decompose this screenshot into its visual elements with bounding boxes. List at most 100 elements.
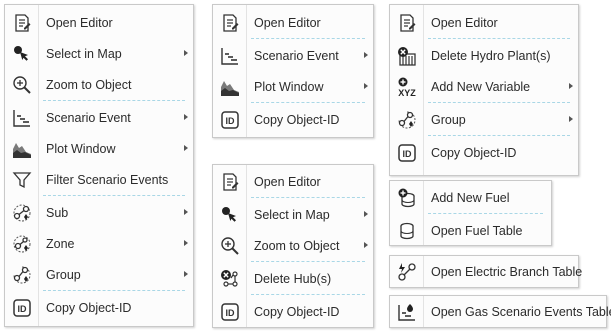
menu-item-label: Add New Fuel xyxy=(431,190,510,205)
menu-item-open-editor[interactable]: Open Editor xyxy=(213,166,373,197)
menu-item-label: Copy Object-ID xyxy=(46,300,132,315)
menu-item-add-new-fuel[interactable]: Add New Fuel xyxy=(390,182,551,213)
menu-item-copy-object-id[interactable]: ID Copy Object-ID xyxy=(5,292,193,323)
scenario-event-icon xyxy=(5,102,38,133)
submenu-arrow-icon xyxy=(184,114,188,120)
menu-item-scenario-event[interactable]: Scenario Event xyxy=(5,102,193,133)
add-fuel-icon xyxy=(390,182,423,213)
menu-item-label: Open Fuel Table xyxy=(431,223,523,238)
menu-item-zone[interactable]: Zone xyxy=(5,228,193,259)
submenu-arrow-icon xyxy=(569,116,573,122)
add-variable-xyz-icon: XYZ xyxy=(390,71,423,102)
menu-item-label: Scenario Event xyxy=(254,48,339,63)
submenu-arrow-icon xyxy=(569,83,573,89)
id-badge-icon: ID xyxy=(390,137,423,168)
svg-text:ID: ID xyxy=(17,304,27,314)
fuel-table-icon xyxy=(390,215,423,246)
submenu-arrow-icon xyxy=(364,52,368,58)
submenu-arrow-icon xyxy=(184,240,188,246)
group-network-icon xyxy=(390,104,423,135)
menu-item-label: Scenario Event xyxy=(46,110,131,125)
select-cursor-icon xyxy=(5,38,38,69)
id-badge-icon: ID xyxy=(213,296,246,327)
submenu-arrow-icon xyxy=(184,271,188,277)
menu-item-zoom-to-object[interactable]: Zoom to Object xyxy=(213,230,373,261)
svg-text:ID: ID xyxy=(402,149,412,159)
area-plot-icon xyxy=(213,71,246,102)
select-cursor-icon xyxy=(213,199,246,230)
menu-item-label: Sub xyxy=(46,205,69,220)
menu-item-open-fuel-table[interactable]: Open Fuel Table xyxy=(390,215,551,246)
menu-item-copy-object-id[interactable]: ID Copy Object-ID xyxy=(213,104,373,135)
menu-item-group[interactable]: Group xyxy=(5,259,193,290)
submenu-arrow-icon xyxy=(184,209,188,215)
submenu-arrow-icon xyxy=(184,50,188,56)
delete-hydro-plant-icon xyxy=(390,40,423,71)
menu-item-select-in-map[interactable]: Select in Map xyxy=(213,199,373,230)
context-menu-electric-branch: Open Electric Branch Table xyxy=(389,255,582,288)
menu-item-delete-hubs[interactable]: Delete Hub(s) xyxy=(213,263,373,294)
sub-network-icon xyxy=(5,197,38,228)
menu-item-label: Delete Hub(s) xyxy=(254,271,332,286)
menu-item-label: Group xyxy=(431,112,466,127)
menu-item-zoom-to-object[interactable]: Zoom to Object xyxy=(5,69,193,100)
context-menu-object: Open Editor Select in Map Zoom to Object… xyxy=(4,4,194,327)
menu-item-label: Filter Scenario Events xyxy=(46,172,169,187)
menu-item-label: Zoom to Object xyxy=(46,77,132,92)
menu-item-label: Plot Window xyxy=(254,79,324,94)
menu-item-label: Plot Window xyxy=(46,141,116,156)
menu-item-label: Select in Map xyxy=(46,46,122,61)
menu-item-plot-window[interactable]: Plot Window xyxy=(213,71,373,102)
submenu-arrow-icon xyxy=(184,145,188,151)
menu-item-open-editor[interactable]: Open Editor xyxy=(213,7,373,38)
context-menu-short: Open Editor Scenario Event Plot Window I… xyxy=(212,4,374,138)
menu-item-label: Add New Variable xyxy=(431,79,531,94)
menu-item-open-editor[interactable]: Open Editor xyxy=(5,7,193,38)
menu-item-label: Select in Map xyxy=(254,207,330,222)
xyz-icon-text: XYZ xyxy=(398,88,416,98)
menu-item-label: Copy Object-ID xyxy=(254,112,340,127)
funnel-filter-icon xyxy=(5,164,38,195)
svg-text:ID: ID xyxy=(225,116,235,126)
id-badge-icon: ID xyxy=(213,104,246,135)
menu-item-label: Open Editor xyxy=(254,174,321,189)
delete-hub-icon xyxy=(213,263,246,294)
menu-item-delete-hydro-plants[interactable]: Delete Hydro Plant(s) xyxy=(390,40,578,71)
menu-item-open-editor[interactable]: Open Editor xyxy=(390,7,578,38)
menu-item-add-new-variable[interactable]: XYZ Add New Variable xyxy=(390,71,578,102)
menu-item-sub[interactable]: Sub xyxy=(5,197,193,228)
menu-item-group[interactable]: Group xyxy=(390,104,578,135)
menu-item-select-in-map[interactable]: Select in Map xyxy=(5,38,193,69)
edit-document-icon xyxy=(213,166,246,197)
context-menu-hub: Open Editor Select in Map Zoom to Object… xyxy=(212,164,374,328)
svg-text:ID: ID xyxy=(225,308,235,318)
menu-item-label: Delete Hydro Plant(s) xyxy=(431,48,551,63)
menu-item-label: Zoom to Object xyxy=(254,238,340,253)
menu-item-label: Copy Object-ID xyxy=(431,145,517,160)
menu-item-filter-scenario-events[interactable]: Filter Scenario Events xyxy=(5,164,193,195)
edit-document-icon xyxy=(5,7,38,38)
submenu-arrow-icon xyxy=(364,83,368,89)
zone-network-icon xyxy=(5,228,38,259)
zoom-magnifier-icon xyxy=(5,69,38,100)
group-network-icon xyxy=(5,259,38,290)
menu-item-copy-object-id[interactable]: ID Copy Object-ID xyxy=(390,137,578,168)
menu-item-scenario-event[interactable]: Scenario Event xyxy=(213,40,373,71)
menu-item-label: Open Editor xyxy=(254,15,321,30)
id-badge-icon: ID xyxy=(5,292,38,323)
context-menu-fuel: Add New Fuel Open Fuel Table xyxy=(389,180,552,246)
gas-scenario-events-icon xyxy=(390,296,423,327)
menu-item-open-electric-branch-table[interactable]: Open Electric Branch Table xyxy=(390,256,582,287)
menu-item-label: Zone xyxy=(46,236,75,251)
area-plot-icon xyxy=(5,133,38,164)
context-menu-gas-scenario: Open Gas Scenario Events Table xyxy=(389,295,611,328)
menu-item-label: Open Editor xyxy=(46,15,113,30)
menu-item-label: Group xyxy=(46,267,81,282)
menu-item-plot-window[interactable]: Plot Window xyxy=(5,133,193,164)
scenario-event-icon xyxy=(213,40,246,71)
electric-branch-icon xyxy=(390,256,423,287)
menu-item-label: Open Gas Scenario Events Table xyxy=(431,304,611,319)
submenu-arrow-icon xyxy=(364,242,368,248)
menu-item-open-gas-scenario-events-table[interactable]: Open Gas Scenario Events Table xyxy=(390,296,611,327)
menu-item-copy-object-id[interactable]: ID Copy Object-ID xyxy=(213,296,373,327)
